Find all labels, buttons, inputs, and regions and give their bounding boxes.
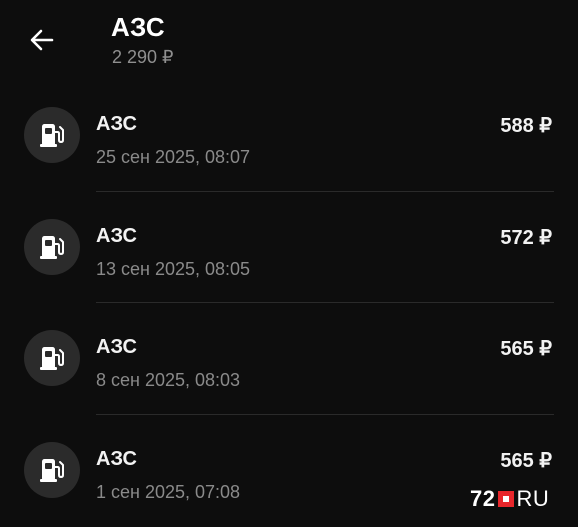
transaction-amount: 565 ₽ [500,338,552,360]
transaction-amount: 572 ₽ [500,226,552,249]
arrow-left-icon [30,29,54,51]
transaction-date: 25 сен 2025, 08:07 [96,147,251,167]
transaction-avatar [24,330,80,386]
fuel-pump-icon [40,458,64,482]
header: АЗС 2 290 ₽ [0,0,578,80]
transaction-avatar [24,107,80,163]
fuel-pump-icon [40,124,64,147]
transaction-title: АЗС [96,113,137,135]
transaction-date: 8 сен 2025, 08:03 [96,370,241,390]
transaction-row[interactable]: АЗС 13 сен 2025, 08:05 572 ₽ [0,192,578,303]
watermark-tld: RU [516,486,550,511]
transaction-amount: 565 ₽ [500,449,552,472]
transaction-list: АЗС 25 сен 2025, 08:07 588 ₽ АЗС 13 сен … [0,80,578,526]
transaction-row[interactable]: АЗС 8 сен 2025, 08:03 565 ₽ [0,303,578,415]
transaction-title: АЗС [96,336,137,358]
transaction-title: АЗС [96,224,137,247]
transaction-amount: 588 ₽ [500,115,552,137]
transaction-date: 13 сен 2025, 08:05 [96,258,251,279]
transaction-row[interactable]: АЗС 25 сен 2025, 08:07 588 ₽ [0,80,578,192]
back-button[interactable] [24,22,60,58]
watermark-logo: 72 RU [470,486,549,512]
fuel-pump-icon [40,347,64,370]
transaction-avatar [24,441,80,498]
transaction-avatar [24,218,80,275]
transaction-date: 1 сен 2025, 07:08 [96,481,241,502]
page-title: АЗС [111,12,165,42]
transaction-title: АЗС [96,447,137,470]
total-amount: 2 290 ₽ [112,47,174,67]
fuel-pump-icon [40,235,64,259]
watermark-square-icon [498,491,515,507]
watermark-number: 72 [470,486,496,511]
